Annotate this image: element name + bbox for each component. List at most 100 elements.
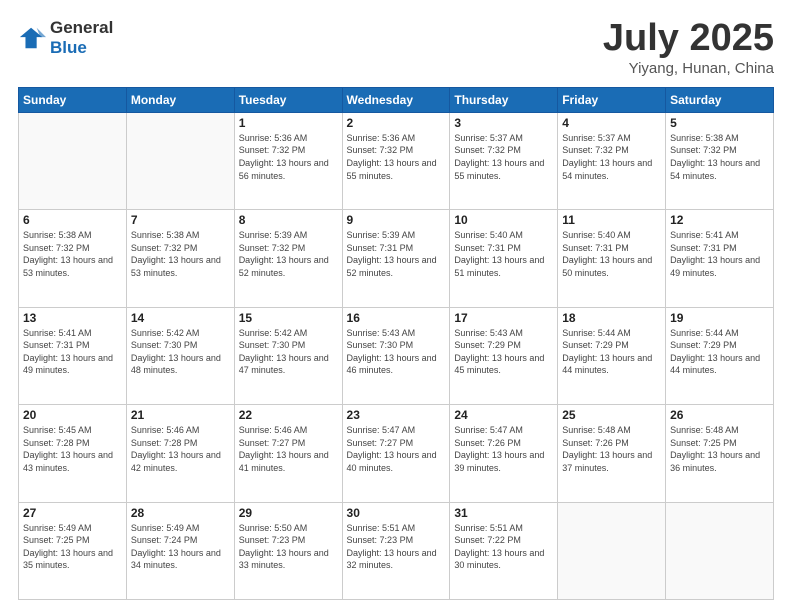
day-number: 19 [670,311,769,325]
day-number: 14 [131,311,230,325]
day-cell: 8Sunrise: 5:39 AM Sunset: 7:32 PM Daylig… [234,210,342,307]
col-header-thursday: Thursday [450,87,558,112]
page: General Blue July 2025 Yiyang, Hunan, Ch… [0,0,792,612]
day-cell: 30 Sunrise: 5:51 AM Sunset: 7:23 PM Dayli… [342,502,450,599]
day-number: 12 [670,213,769,227]
logo-icon [18,24,46,52]
day-cell: 14 Sunrise: 5:42 AM Sunset: 7:30 PM Dayli… [126,307,234,404]
day-number: 11 [562,213,661,227]
col-header-wednesday: Wednesday [342,87,450,112]
day-info: Sunrise: 5:39 AM Sunset: 7:31 PM Dayligh… [347,229,446,279]
day-cell: 20 Sunrise: 5:45 AM Sunset: 7:28 PM Dayli… [19,405,127,502]
day-info: Sunrise: 5:50 AM Sunset: 7:23 PM Dayligh… [239,522,338,572]
day-info: Sunrise: 5:47 AM Sunset: 7:27 PM Dayligh… [347,424,446,474]
day-info: Sunrise: 5:42 AM Sunset: 7:30 PM Dayligh… [131,327,230,377]
day-cell: 25 Sunrise: 5:48 AM Sunset: 7:26 PM Dayli… [558,405,666,502]
day-cell: 28 Sunrise: 5:49 AM Sunset: 7:24 PM Dayli… [126,502,234,599]
day-cell: 1Sunrise: 5:36 AM Sunset: 7:32 PM Daylig… [234,112,342,209]
day-cell: 16 Sunrise: 5:43 AM Sunset: 7:30 PM Dayli… [342,307,450,404]
logo-text: General Blue [50,18,113,57]
col-header-saturday: Saturday [666,87,774,112]
logo-general: General [50,18,113,38]
day-cell: 3Sunrise: 5:37 AM Sunset: 7:32 PM Daylig… [450,112,558,209]
day-info: Sunrise: 5:36 AM Sunset: 7:32 PM Dayligh… [239,132,338,182]
day-number: 25 [562,408,661,422]
logo: General Blue [18,18,113,57]
day-info: Sunrise: 5:49 AM Sunset: 7:24 PM Dayligh… [131,522,230,572]
day-cell: 13 Sunrise: 5:41 AM Sunset: 7:31 PM Dayli… [19,307,127,404]
day-number: 5 [670,116,769,130]
day-number: 16 [347,311,446,325]
day-info: Sunrise: 5:48 AM Sunset: 7:25 PM Dayligh… [670,424,769,474]
day-cell: 6 Sunrise: 5:38 AM Sunset: 7:32 PM Daylig… [19,210,127,307]
day-number: 21 [131,408,230,422]
day-number: 7 [131,213,230,227]
day-info: Sunrise: 5:37 AM Sunset: 7:32 PM Dayligh… [454,132,553,182]
day-info: Sunrise: 5:44 AM Sunset: 7:29 PM Dayligh… [670,327,769,377]
day-cell: 10Sunrise: 5:40 AM Sunset: 7:31 PM Dayli… [450,210,558,307]
day-number: 17 [454,311,553,325]
day-number: 10 [454,213,553,227]
day-cell: 5 Sunrise: 5:38 AM Sunset: 7:32 PM Daylig… [666,112,774,209]
day-info: Sunrise: 5:45 AM Sunset: 7:28 PM Dayligh… [23,424,122,474]
day-number: 29 [239,506,338,520]
day-number: 15 [239,311,338,325]
day-number: 28 [131,506,230,520]
day-number: 22 [239,408,338,422]
day-number: 9 [347,213,446,227]
day-cell: 9 Sunrise: 5:39 AM Sunset: 7:31 PM Daylig… [342,210,450,307]
day-info: Sunrise: 5:48 AM Sunset: 7:26 PM Dayligh… [562,424,661,474]
day-info: Sunrise: 5:38 AM Sunset: 7:32 PM Dayligh… [131,229,230,279]
day-number: 13 [23,311,122,325]
title-block: July 2025 Yiyang, Hunan, China [603,18,774,77]
day-number: 31 [454,506,553,520]
day-info: Sunrise: 5:46 AM Sunset: 7:28 PM Dayligh… [131,424,230,474]
day-cell: 15Sunrise: 5:42 AM Sunset: 7:30 PM Dayli… [234,307,342,404]
col-header-tuesday: Tuesday [234,87,342,112]
day-number: 23 [347,408,446,422]
day-cell: 29 Sunrise: 5:50 AM Sunset: 7:23 PM Dayli… [234,502,342,599]
day-info: Sunrise: 5:46 AM Sunset: 7:27 PM Dayligh… [239,424,338,474]
day-number: 26 [670,408,769,422]
week-row-1: 1Sunrise: 5:36 AM Sunset: 7:32 PM Daylig… [19,112,774,209]
week-row-4: 20 Sunrise: 5:45 AM Sunset: 7:28 PM Dayli… [19,405,774,502]
day-cell: 18 Sunrise: 5:44 AM Sunset: 7:29 PM Dayli… [558,307,666,404]
day-info: Sunrise: 5:36 AM Sunset: 7:32 PM Dayligh… [347,132,446,182]
day-cell [126,112,234,209]
main-title: July 2025 [603,18,774,60]
day-number: 8 [239,213,338,227]
day-number: 18 [562,311,661,325]
week-row-3: 13 Sunrise: 5:41 AM Sunset: 7:31 PM Dayli… [19,307,774,404]
day-cell: 2 Sunrise: 5:36 AM Sunset: 7:32 PM Daylig… [342,112,450,209]
day-cell [19,112,127,209]
week-row-2: 6 Sunrise: 5:38 AM Sunset: 7:32 PM Daylig… [19,210,774,307]
day-cell: 22 Sunrise: 5:46 AM Sunset: 7:27 PM Dayli… [234,405,342,502]
day-cell: 24Sunrise: 5:47 AM Sunset: 7:26 PM Dayli… [450,405,558,502]
day-cell: 26 Sunrise: 5:48 AM Sunset: 7:25 PM Dayli… [666,405,774,502]
day-number: 20 [23,408,122,422]
day-cell: 31Sunrise: 5:51 AM Sunset: 7:22 PM Dayli… [450,502,558,599]
day-number: 30 [347,506,446,520]
day-info: Sunrise: 5:41 AM Sunset: 7:31 PM Dayligh… [670,229,769,279]
day-number: 6 [23,213,122,227]
day-info: Sunrise: 5:41 AM Sunset: 7:31 PM Dayligh… [23,327,122,377]
calendar-table: SundayMondayTuesdayWednesdayThursdayFrid… [18,87,774,600]
day-number: 2 [347,116,446,130]
day-number: 4 [562,116,661,130]
day-number: 24 [454,408,553,422]
day-cell: 19 Sunrise: 5:44 AM Sunset: 7:29 PM Dayli… [666,307,774,404]
day-cell: 21 Sunrise: 5:46 AM Sunset: 7:28 PM Dayli… [126,405,234,502]
day-cell: 11 Sunrise: 5:40 AM Sunset: 7:31 PM Dayli… [558,210,666,307]
day-info: Sunrise: 5:38 AM Sunset: 7:32 PM Dayligh… [670,132,769,182]
subtitle: Yiyang, Hunan, China [603,60,774,77]
day-info: Sunrise: 5:51 AM Sunset: 7:23 PM Dayligh… [347,522,446,572]
day-info: Sunrise: 5:40 AM Sunset: 7:31 PM Dayligh… [562,229,661,279]
header: General Blue July 2025 Yiyang, Hunan, Ch… [18,18,774,77]
day-cell [666,502,774,599]
day-info: Sunrise: 5:49 AM Sunset: 7:25 PM Dayligh… [23,522,122,572]
day-info: Sunrise: 5:44 AM Sunset: 7:29 PM Dayligh… [562,327,661,377]
day-info: Sunrise: 5:43 AM Sunset: 7:30 PM Dayligh… [347,327,446,377]
col-header-sunday: Sunday [19,87,127,112]
day-info: Sunrise: 5:38 AM Sunset: 7:32 PM Dayligh… [23,229,122,279]
day-info: Sunrise: 5:37 AM Sunset: 7:32 PM Dayligh… [562,132,661,182]
